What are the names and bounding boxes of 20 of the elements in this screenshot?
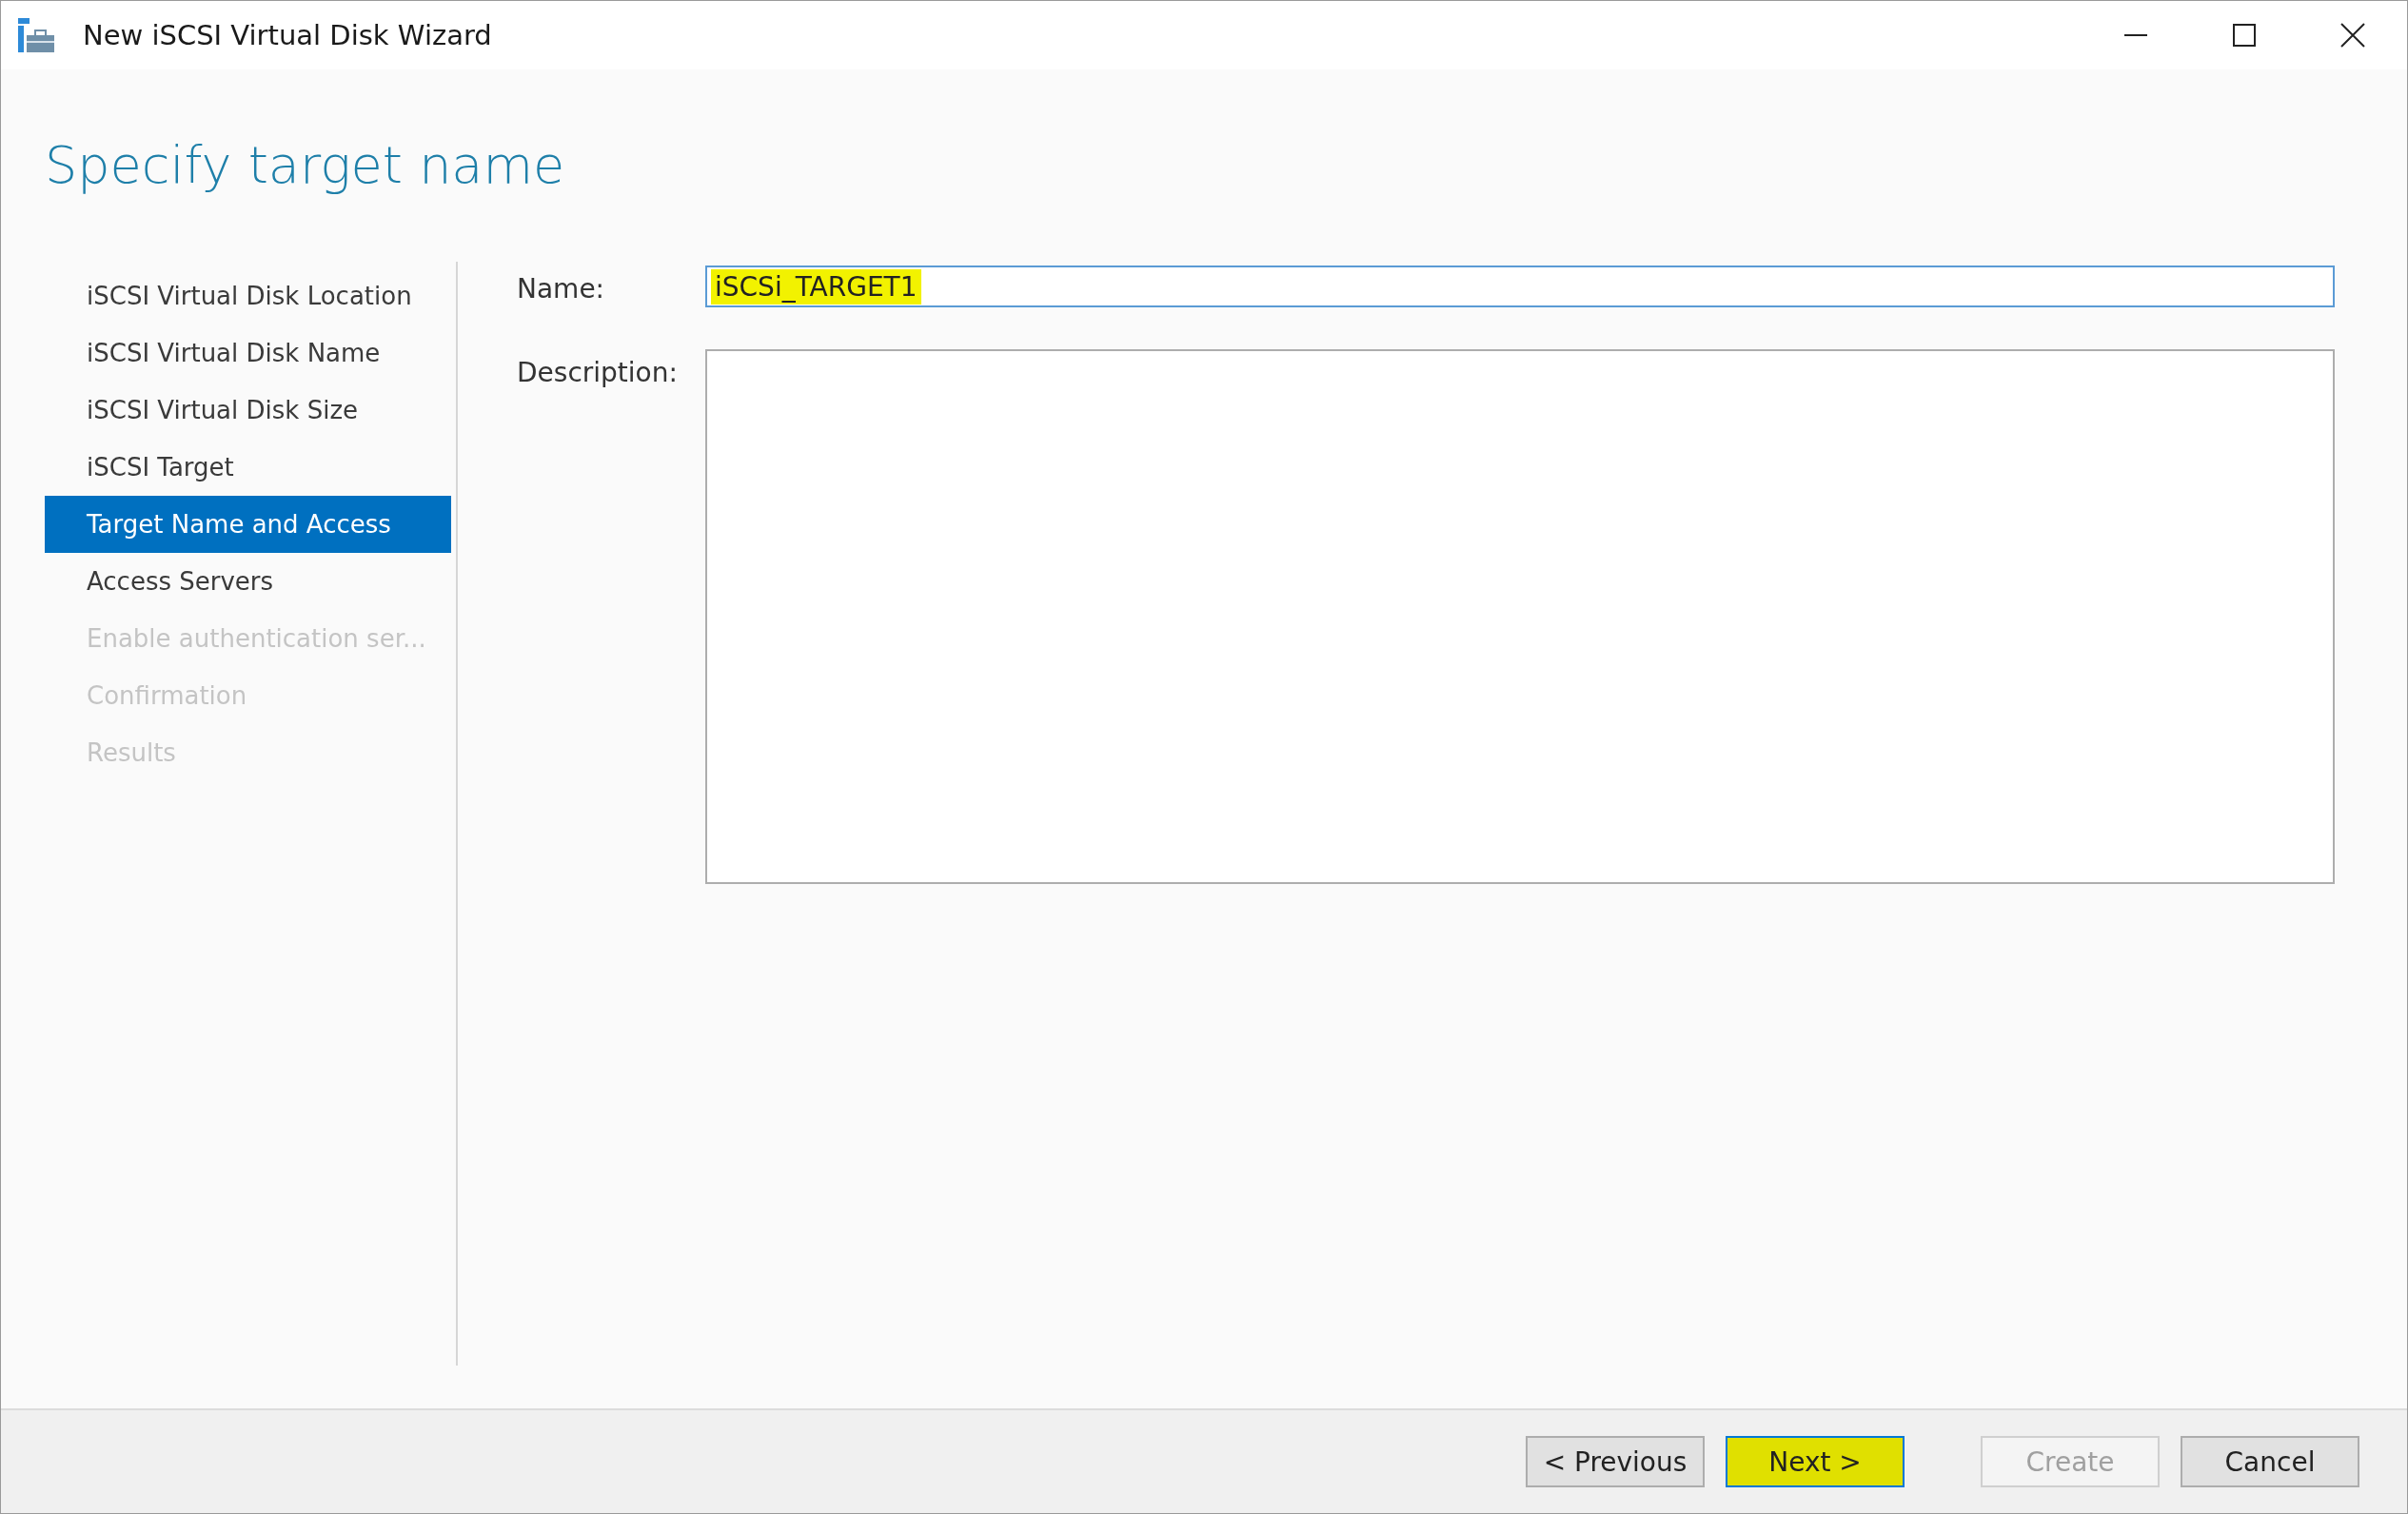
- wizard-button[interactable]: Next >: [1726, 1436, 1905, 1487]
- page-heading: Specify target name: [45, 134, 566, 197]
- wizard-step[interactable]: iSCSI Target: [45, 439, 451, 496]
- wizard-step[interactable]: Access Servers: [45, 553, 451, 610]
- maximize-icon: [2231, 22, 2258, 49]
- field-value: iSCSi_TARGET1: [711, 268, 921, 305]
- field-label: Description:: [517, 356, 679, 390]
- wizard-step[interactable]: Target Name and Access: [45, 496, 451, 553]
- wizard-step[interactable]: iSCSI Virtual Disk Location: [45, 267, 451, 324]
- close-icon: [2339, 22, 2366, 49]
- wizard-button[interactable]: < Previous: [1526, 1436, 1705, 1487]
- field-label: Name:: [517, 272, 606, 306]
- description-field[interactable]: [705, 349, 2335, 884]
- minimize-icon: [2122, 33, 2149, 37]
- window-title: New iSCSI Virtual Disk Wizard: [83, 19, 493, 51]
- wizard-step[interactable]: iSCSI Virtual Disk Name: [45, 324, 451, 382]
- app-icon: [18, 18, 54, 52]
- name-field[interactable]: iSCSi_TARGET1: [705, 265, 2335, 307]
- wizard-button[interactable]: Cancel: [2181, 1436, 2359, 1487]
- wizard-step[interactable]: iSCSI Virtual Disk Size: [45, 382, 451, 439]
